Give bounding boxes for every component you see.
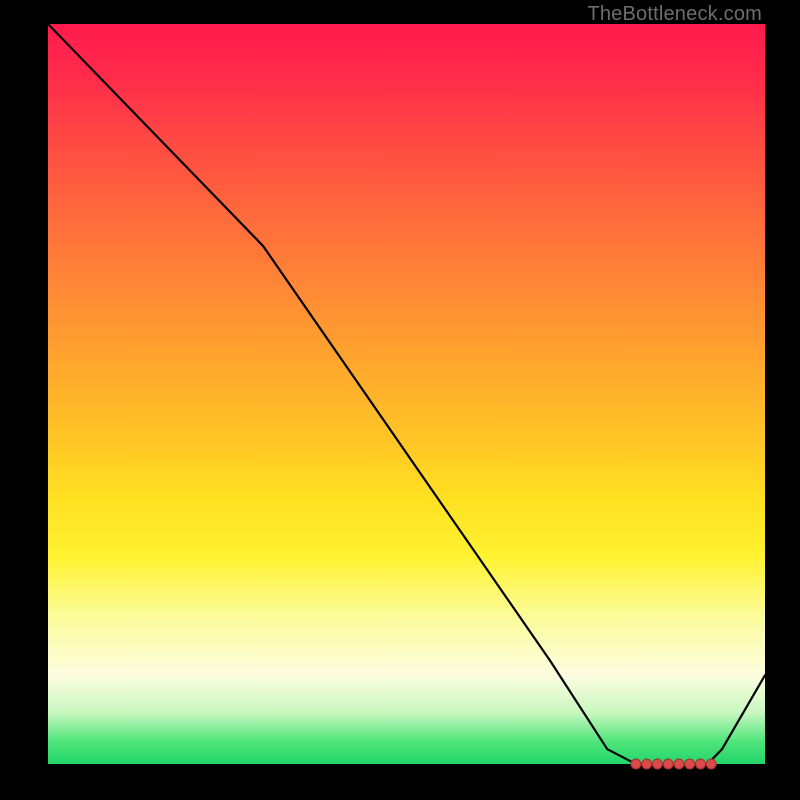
marker-dot (685, 759, 695, 769)
marker-dot (631, 759, 641, 769)
marker-dot (696, 759, 706, 769)
marker-dot (706, 759, 716, 769)
marker-dot (652, 759, 662, 769)
plot-area (48, 24, 765, 764)
chart-svg (48, 24, 765, 764)
marker-dot (642, 759, 652, 769)
data-curve (48, 24, 765, 764)
watermark-text: TheBottleneck.com (587, 3, 762, 26)
bottom-markers (631, 759, 716, 769)
marker-dot (674, 759, 684, 769)
marker-dot (663, 759, 673, 769)
chart-frame: TheBottleneck.com (0, 0, 800, 800)
